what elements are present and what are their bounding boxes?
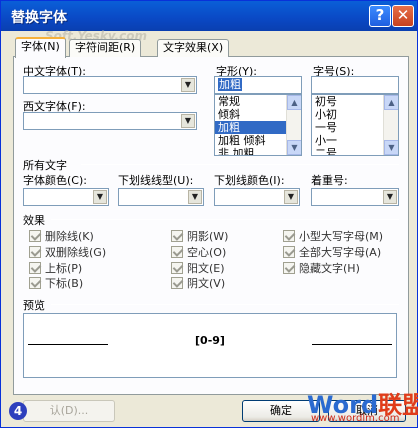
checkbox-label: 阴影(W) bbox=[187, 230, 229, 243]
font-style-list[interactable]: 常规 倾斜 加粗 加粗 倾斜 非 加粗 ▲ ▼ bbox=[214, 94, 302, 156]
emphasis-mark-combo[interactable]: ▼ bbox=[311, 188, 399, 206]
scroll-up-icon[interactable]: ▲ bbox=[384, 95, 398, 110]
emphasis-mark-label: 着重号: bbox=[311, 174, 348, 187]
checkbox-label: 小型大写字母(M) bbox=[299, 230, 384, 243]
checkbox-box[interactable] bbox=[171, 230, 183, 242]
chevron-down-icon[interactable]: ▼ bbox=[181, 78, 195, 92]
scrollbar[interactable]: ▲ ▼ bbox=[383, 95, 398, 155]
close-button[interactable]: ✕ bbox=[392, 5, 414, 27]
help-button[interactable]: ? bbox=[369, 5, 391, 27]
subscript-checkbox[interactable]: 下标(B) bbox=[29, 275, 83, 291]
chevron-down-icon[interactable]: ▼ bbox=[181, 114, 195, 128]
chevron-down-icon[interactable]: ▼ bbox=[284, 190, 298, 204]
small-caps-checkbox[interactable]: 小型大写字母(M) bbox=[283, 228, 383, 244]
all-caps-checkbox[interactable]: 全部大写字母(A) bbox=[283, 244, 381, 260]
checkbox-box[interactable] bbox=[283, 230, 295, 242]
checkbox-label: 上标(P) bbox=[45, 262, 83, 275]
checkbox-box[interactable] bbox=[171, 262, 183, 274]
title-bar[interactable]: 替换字体 ? ✕ bbox=[1, 1, 417, 31]
checkbox-box[interactable] bbox=[29, 262, 41, 274]
tab-character-spacing[interactable]: 字符间距(R) bbox=[69, 39, 142, 57]
hidden-text-checkbox[interactable]: 隐藏文字(H) bbox=[283, 260, 360, 276]
checkbox-box[interactable] bbox=[171, 246, 183, 258]
scroll-down-icon[interactable]: ▼ bbox=[384, 140, 398, 155]
effects-section-label: 效果 bbox=[23, 214, 45, 227]
double-strikethrough-checkbox[interactable]: 双删除线(G) bbox=[29, 244, 106, 260]
scroll-up-icon[interactable]: ▲ bbox=[287, 95, 301, 110]
underline-color-combo[interactable]: ▼ bbox=[214, 188, 300, 206]
font-size-input[interactable] bbox=[311, 76, 399, 94]
underline-color-label: 下划线颜色(I): bbox=[214, 174, 285, 187]
scroll-down-icon[interactable]: ▼ bbox=[287, 140, 301, 155]
strikethrough-checkbox[interactable]: 删除线(K) bbox=[29, 228, 94, 244]
underline-type-label: 下划线线型(U): bbox=[118, 174, 194, 187]
underline-type-combo[interactable]: ▼ bbox=[118, 188, 204, 206]
font-color-combo[interactable]: ▼ bbox=[23, 188, 109, 206]
chevron-down-icon[interactable]: ▼ bbox=[383, 190, 397, 204]
tab-text-effects[interactable]: 文字效果(X) bbox=[157, 39, 230, 57]
default-button[interactable]: 认(D)... bbox=[23, 400, 115, 422]
western-font-combo[interactable]: ▼ bbox=[23, 112, 197, 130]
checkbox-box[interactable] bbox=[29, 230, 41, 242]
emboss-checkbox[interactable]: 阳文(E) bbox=[171, 260, 225, 276]
shadow-checkbox[interactable]: 阴影(W) bbox=[171, 228, 228, 244]
chevron-down-icon[interactable]: ▼ bbox=[188, 190, 202, 204]
chevron-down-icon[interactable]: ▼ bbox=[93, 190, 107, 204]
checkbox-box[interactable] bbox=[29, 277, 41, 289]
section-divider bbox=[51, 219, 399, 220]
font-style-value: 加粗 bbox=[218, 78, 242, 91]
font-color-label: 字体颜色(C): bbox=[23, 174, 87, 187]
checkbox-label: 双删除线(G) bbox=[45, 246, 107, 259]
section-divider bbox=[51, 304, 399, 305]
checkbox-box[interactable] bbox=[29, 246, 41, 258]
outline-checkbox[interactable]: 空心(O) bbox=[171, 244, 226, 260]
checkbox-label: 空心(O) bbox=[187, 246, 227, 259]
tab-font[interactable]: 字体(N) bbox=[15, 37, 66, 58]
checkbox-label: 删除线(K) bbox=[45, 230, 94, 243]
section-divider bbox=[81, 164, 399, 165]
font-size-list[interactable]: 初号 小初 一号 小一 二号 ▲ ▼ bbox=[311, 94, 399, 156]
all-text-section-label: 所有文字 bbox=[23, 159, 67, 172]
dialog-title: 替换字体 bbox=[11, 10, 67, 26]
engrave-checkbox[interactable]: 阴文(V) bbox=[171, 275, 225, 291]
checkbox-label: 阴文(V) bbox=[187, 277, 226, 290]
checkbox-box[interactable] bbox=[171, 277, 183, 289]
font-style-input[interactable]: 加粗 bbox=[214, 76, 302, 94]
checkbox-label: 全部大写字母(A) bbox=[299, 246, 382, 259]
preview-sample-text: [0-9] bbox=[195, 334, 225, 347]
preview-section-label: 预览 bbox=[23, 299, 45, 312]
logo-url-text: www.wordlm.com bbox=[311, 413, 400, 424]
preview-box: [0-9] bbox=[23, 313, 397, 378]
checkbox-label: 下标(B) bbox=[45, 277, 84, 290]
checkbox-box[interactable] bbox=[283, 246, 295, 258]
chinese-font-combo[interactable]: ▼ bbox=[23, 76, 197, 94]
step-number-badge: 4 bbox=[9, 402, 27, 420]
replace-font-dialog: 替换字体 ? ✕ Soft.Yesky.com 字体(N) 字符间距(R) 文字… bbox=[0, 0, 418, 428]
checkbox-label: 隐藏文字(H) bbox=[299, 262, 360, 275]
checkbox-label: 阳文(E) bbox=[187, 262, 225, 275]
checkbox-box[interactable] bbox=[283, 262, 295, 274]
scrollbar[interactable]: ▲ ▼ bbox=[286, 95, 301, 155]
superscript-checkbox[interactable]: 上标(P) bbox=[29, 260, 82, 276]
